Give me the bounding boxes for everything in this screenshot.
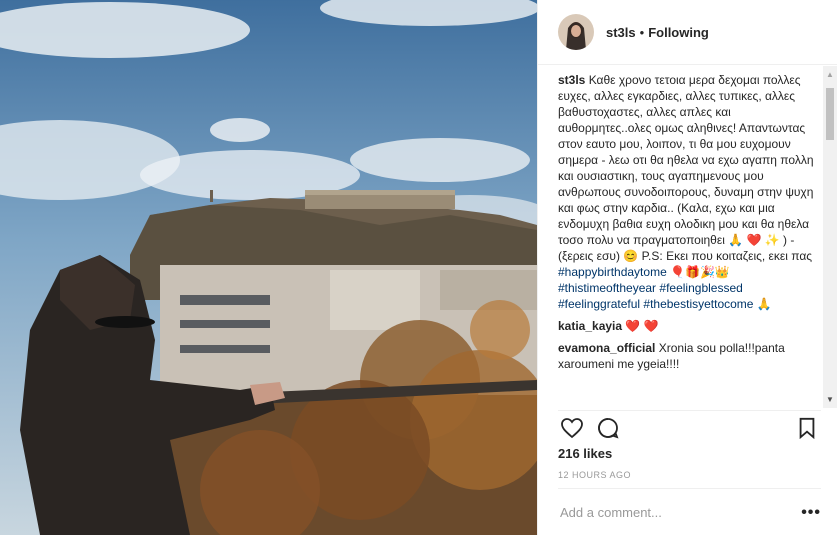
hashtag[interactable]: #thistimeoftheyear: [558, 281, 656, 295]
scroll-up-arrow[interactable]: ▲: [826, 70, 834, 79]
instagram-post-modal: st3ls • Following st3ls Καθε χρονο τετοι…: [0, 0, 837, 535]
bookmark-icon[interactable]: [793, 414, 821, 442]
comment-bubble-icon[interactable]: [594, 414, 622, 442]
more-options-icon[interactable]: •••: [801, 504, 821, 522]
header-separator: •: [639, 24, 645, 40]
comment-text: ❤️ ❤️: [625, 319, 659, 333]
post-username[interactable]: st3ls: [606, 25, 636, 40]
comment-username[interactable]: katia_kayia: [558, 319, 622, 333]
post-detail-panel: st3ls • Following st3ls Καθε χρονο τετοι…: [537, 0, 837, 535]
hashtag[interactable]: #feelinggrateful: [558, 297, 640, 311]
comment: evamona_official Xronia sou polla!!!pant…: [558, 340, 823, 372]
action-bar: [558, 410, 821, 445]
following-button[interactable]: Following: [648, 25, 709, 40]
scrollbar-thumb[interactable]: [826, 88, 834, 140]
add-comment-bar: •••: [558, 488, 821, 536]
acropolis-photo: [0, 0, 537, 535]
caption-text: Καθε χρονο τετοια μερα δεχομαι πολλες ευ…: [558, 73, 814, 263]
hashtag[interactable]: #thebestisyettocome: [643, 297, 753, 311]
scroll-down-arrow[interactable]: ▼: [826, 395, 834, 404]
avatar-image: [558, 14, 594, 50]
emoji: 🙏: [756, 297, 772, 311]
post-timestamp: 12 HOURS AGO: [558, 470, 632, 480]
emoji-group: 🎈🎁🎉👑: [670, 265, 730, 279]
like-heart-icon[interactable]: [558, 414, 586, 442]
hashtag[interactable]: #happybirthdaytome: [558, 265, 667, 279]
avatar[interactable]: [558, 14, 594, 50]
caption: st3ls Καθε χρονο τετοια μερα δεχομαι πολ…: [558, 72, 823, 312]
like-count[interactable]: 216 likes: [558, 446, 612, 461]
hashtag[interactable]: #feelingblessed: [659, 281, 742, 295]
comments-scrollbar[interactable]: ▲ ▼: [823, 66, 837, 408]
caption-username[interactable]: st3ls: [558, 73, 585, 87]
comments-list: st3ls Καθε χρονο τετοια μερα δεχομαι πολ…: [558, 72, 823, 407]
post-header: st3ls • Following: [538, 0, 837, 65]
comment-input[interactable]: [558, 504, 802, 521]
comment-username[interactable]: evamona_official: [558, 341, 655, 355]
comment: katia_kayia ❤️ ❤️: [558, 318, 823, 334]
post-photo[interactable]: [0, 0, 537, 535]
